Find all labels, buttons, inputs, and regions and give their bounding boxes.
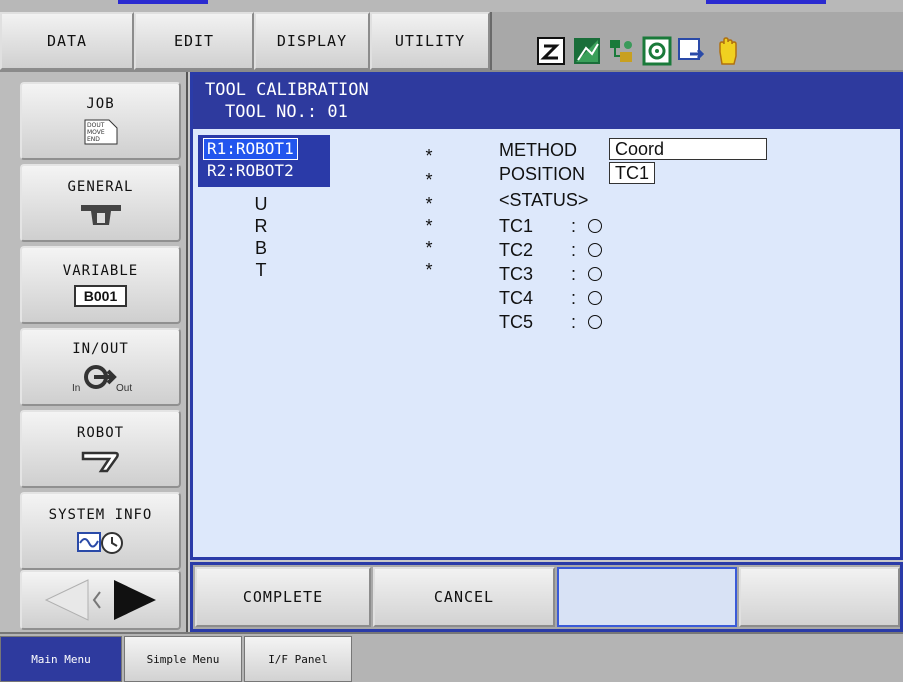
export-icon	[678, 38, 705, 60]
network-icon	[610, 40, 632, 62]
svg-text:Out: Out	[116, 383, 132, 393]
page-title: TOOL CALIBRATION	[205, 80, 369, 100]
tab-main-menu[interactable]: Main Menu	[0, 636, 122, 682]
tc-label: TC5	[499, 312, 534, 332]
axis-label-t: T	[255, 260, 267, 280]
prev-page-icon[interactable]	[44, 579, 89, 621]
sidebar-item-label: VARIABLE	[62, 263, 139, 279]
bottom-tab-bar: Main Menu Simple Menu I/F Panel	[0, 632, 903, 682]
empty-function-button[interactable]	[739, 567, 900, 627]
status-heading: <STATUS>	[499, 190, 589, 210]
tab-indicator	[118, 0, 208, 4]
sidebar-item-inout[interactable]: IN/OUT In Out	[20, 328, 181, 406]
tc-label: TC2	[499, 240, 534, 260]
sidebar-item-label: GENERAL	[67, 179, 134, 195]
function-button-row: COMPLETE CANCEL	[190, 562, 903, 632]
menu-data[interactable]: DATA	[0, 12, 134, 70]
next-page-icon[interactable]	[114, 580, 156, 620]
axis-label-u: U	[254, 194, 268, 214]
sidebar-item-label: SYSTEM INFO	[48, 507, 153, 523]
page-arrow-buttons	[20, 570, 181, 630]
tc-colon: :	[571, 264, 577, 284]
axis-value: *	[425, 146, 433, 166]
tc-colon: :	[571, 216, 577, 236]
robot-option-r2[interactable]: R2:ROBOT2	[204, 161, 297, 181]
sidebar-item-variable[interactable]: VARIABLE B001	[20, 246, 181, 324]
axis-value: *	[425, 194, 433, 214]
tool-calibration-panel: TOOL CALIBRATION TOOL NO.: 01 R1:ROBOT1 …	[190, 72, 903, 560]
svg-text:DOUT: DOUT	[87, 122, 105, 129]
tc-label: TC4	[499, 288, 534, 308]
calibration-content: R1:ROBOT1 R2:ROBOT2 U R B T * * * * * * …	[193, 129, 900, 557]
status-icon-area	[490, 12, 903, 70]
tc-colon: :	[571, 312, 577, 332]
tc-status-circle-icon	[588, 243, 602, 257]
sidebar-item-job[interactable]: JOB DOUT MOVE END	[20, 82, 181, 160]
svg-text:MOVE: MOVE	[87, 129, 105, 136]
robot-select-list: R1:ROBOT1 R2:ROBOT2	[198, 135, 330, 187]
welding-torch-icon	[80, 205, 121, 225]
position-label: POSITION	[499, 164, 586, 184]
tab-if-panel[interactable]: I/F Panel	[244, 636, 352, 682]
axis-value: *	[425, 260, 433, 280]
empty-function-button[interactable]	[557, 567, 737, 627]
sidebar-item-label: JOB	[86, 96, 115, 112]
tab-simple-menu[interactable]: Simple Menu	[124, 636, 242, 682]
robot-arm-icon	[81, 451, 119, 473]
tc-label: TC1	[499, 216, 534, 236]
page-toggle-icon	[92, 591, 101, 609]
tab-indicator	[706, 0, 826, 4]
hand-icon	[719, 37, 737, 65]
main-menu-sidebar: JOB DOUT MOVE END GENERAL VARIABLE B001 …	[0, 72, 188, 632]
axis-value: *	[425, 170, 433, 190]
method-label: METHOD	[499, 140, 577, 160]
tool-number: TOOL NO.: 01	[225, 102, 348, 122]
svg-text:In: In	[72, 383, 80, 393]
inout-icon: In Out	[72, 365, 132, 393]
tc-colon: :	[571, 240, 577, 260]
tc-colon: :	[571, 288, 577, 308]
menu-edit[interactable]: EDIT	[134, 12, 254, 70]
sidebar-item-general[interactable]: GENERAL	[20, 164, 181, 242]
job-icon: DOUT MOVE END	[84, 119, 117, 145]
svg-text:END: END	[87, 136, 100, 143]
complete-button[interactable]: COMPLETE	[195, 567, 371, 627]
position-field[interactable]: TC1	[609, 162, 655, 184]
method-field[interactable]: Coord	[609, 138, 767, 160]
tc-status-circle-icon	[588, 291, 602, 305]
tc-status-circle-icon	[588, 219, 602, 233]
menu-utility[interactable]: UTILITY	[370, 12, 490, 70]
sidebar-item-robot[interactable]: ROBOT	[20, 410, 181, 488]
mode-icon	[537, 37, 565, 65]
axis-value: *	[425, 216, 433, 236]
tc-status-circle-icon	[588, 315, 602, 329]
panel-title-bar: TOOL CALIBRATION TOOL NO.: 01	[193, 75, 900, 129]
axis-value: *	[425, 238, 433, 258]
sidebar-item-label: IN/OUT	[72, 341, 129, 357]
target-icon	[642, 36, 672, 66]
variable-icon: B001	[73, 285, 128, 307]
system-info-icon	[76, 532, 123, 554]
tc-status-circle-icon	[588, 267, 602, 281]
cancel-button[interactable]: CANCEL	[373, 567, 555, 627]
sidebar-item-system-info[interactable]: SYSTEM INFO	[20, 492, 181, 570]
robot-option-r1[interactable]: R1:ROBOT1	[203, 138, 298, 160]
axis-label-b: B	[254, 238, 267, 258]
top-menu-bar: DATA EDIT DISPLAY UTILITY	[0, 0, 903, 72]
sidebar-item-label: ROBOT	[76, 425, 125, 441]
menu-display[interactable]: DISPLAY	[254, 12, 370, 70]
axis-label-r: R	[254, 216, 268, 236]
tc-label: TC3	[499, 264, 534, 284]
signal-icon	[574, 38, 600, 64]
